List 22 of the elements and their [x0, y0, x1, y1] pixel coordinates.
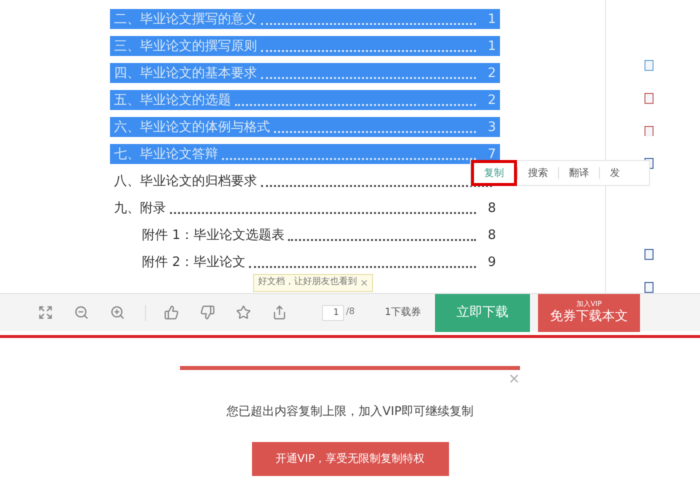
- page-number: 8: [486, 226, 496, 244]
- page-number: 1: [486, 38, 496, 56]
- toc-title: 九、附录: [114, 200, 166, 218]
- page-number: 9: [486, 254, 496, 272]
- toc-title: 七、毕业论文答辩: [114, 146, 218, 164]
- toc-title: 四、毕业论文的基本要求: [114, 64, 257, 82]
- tooltip-text: 好文档，让好朋友也看到: [258, 276, 357, 290]
- page-number: 2: [486, 64, 496, 82]
- page-number: 8: [486, 200, 496, 218]
- limit-message: 您已超出内容复制上限，加入VIP即可继续复制: [226, 403, 474, 420]
- toc-title: 附件 1：毕业论文选题表: [142, 226, 284, 244]
- toc-title: 附件 2：毕业论文: [142, 254, 246, 272]
- page-total: /8: [346, 306, 355, 319]
- toc-title: 六、毕业论文的体例与格式: [114, 118, 270, 136]
- toc-title: 三、毕业论文的撰写原则: [114, 38, 257, 56]
- toc-title: 五、毕业论文的选题: [114, 92, 231, 110]
- page-number: 3: [486, 118, 496, 136]
- toc-title: 八、毕业论文的归档要求: [114, 172, 257, 190]
- page-number: 2: [486, 92, 496, 110]
- page-number: 1: [486, 10, 496, 28]
- coupon-label: 1下载券: [384, 306, 422, 320]
- toc-title: 二、毕业论文撰写的意义: [114, 10, 257, 28]
